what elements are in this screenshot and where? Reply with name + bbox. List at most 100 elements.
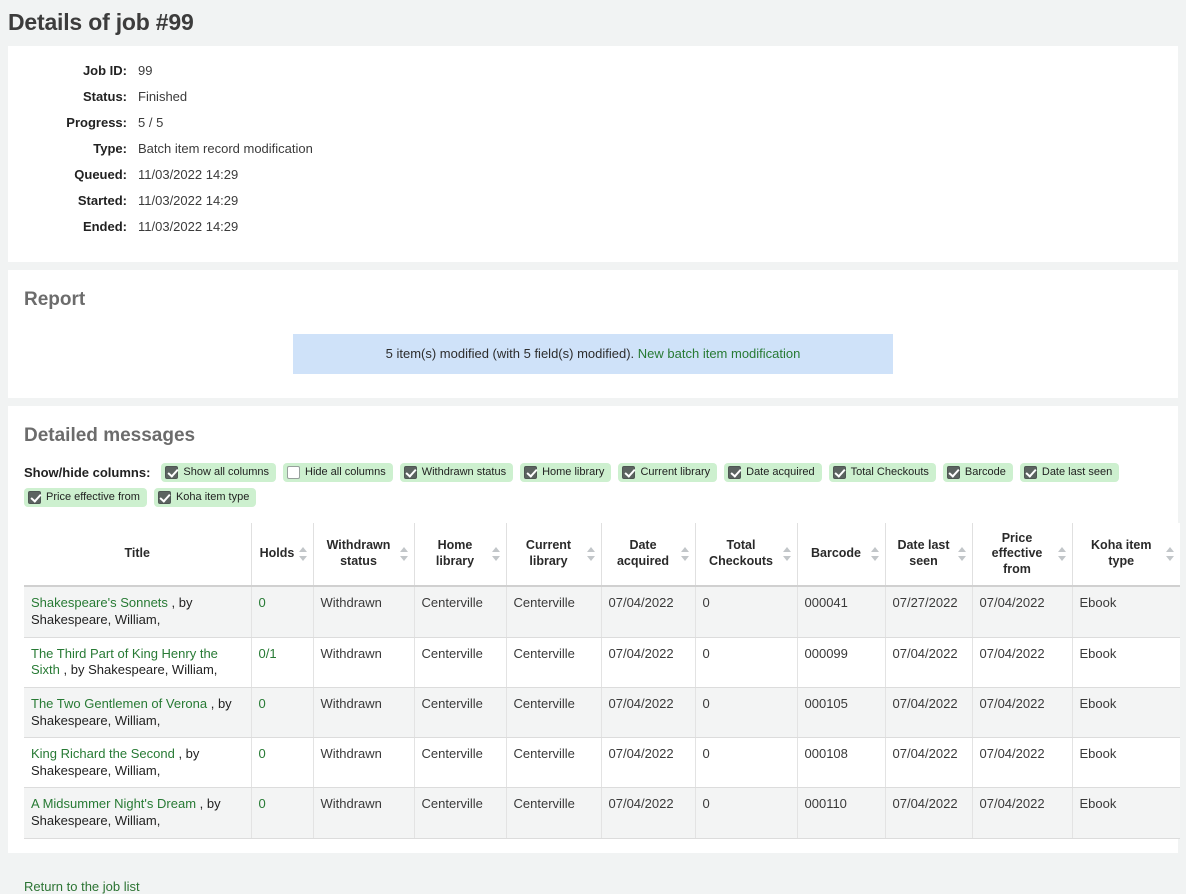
sort-arrows-icon[interactable] [400,547,409,561]
cell-withdrawn-status: Withdrawn [313,687,414,737]
sort-arrows-icon[interactable] [1166,547,1175,561]
title-link[interactable]: Shakespeare's Sonnets [31,595,168,610]
job-detail-row: Type:Batch item record modification [8,140,1178,166]
job-detail-label: Queued: [8,167,138,182]
cell-value: Ebook [1080,796,1117,811]
column-header-home-library[interactable]: Home library [414,523,506,587]
column-header-date-last-seen[interactable]: Date last seen [885,523,972,587]
cell-date-last-seen: 07/04/2022 [885,687,972,737]
holds-link[interactable]: 0/1 [259,646,277,661]
checkbox-checked-icon[interactable] [728,466,741,479]
column-toggle-label: Home library [542,467,604,478]
column-toggle-koha-item-type[interactable]: Koha item type [154,488,256,507]
cell-value: 07/04/2022 [980,696,1045,711]
column-toggle-withdrawn-status[interactable]: Withdrawn status [400,463,513,482]
column-toggle-current-library[interactable]: Current library [618,463,717,482]
title-link[interactable]: The Two Gentlemen of Verona [31,696,207,711]
cell-value: 07/04/2022 [980,595,1045,610]
column-header-date-acquired[interactable]: Date acquired [601,523,695,587]
detailed-messages-heading: Detailed messages [8,406,1178,449]
sort-arrows-icon[interactable] [681,547,690,561]
column-toggle-date-acquired[interactable]: Date acquired [724,463,822,482]
checkbox-checked-icon[interactable] [1024,466,1037,479]
cell-koha-item-type: Ebook [1072,788,1180,838]
job-detail-label: Status: [8,89,138,104]
holds-link[interactable]: 0 [259,595,266,610]
cell-holds: 0 [251,687,313,737]
holds-link[interactable]: 0 [259,796,266,811]
sort-arrows-icon[interactable] [871,547,880,561]
cell-date-last-seen: 07/27/2022 [885,586,972,637]
checkbox-checked-icon[interactable] [622,466,635,479]
column-toggle-price-effective-from[interactable]: Price effective from [24,488,147,507]
items-table-head: TitleHoldsWithdrawn statusHome libraryCu… [24,523,1180,587]
job-detail-value: 5 / 5 [138,115,163,130]
column-toggle-total-checkouts[interactable]: Total Checkouts [829,463,936,482]
report-alert-text: 5 item(s) modified (with 5 field(s) modi… [386,346,635,361]
checkbox-checked-icon[interactable] [158,491,171,504]
checkbox-checked-icon[interactable] [404,466,417,479]
column-toggle-date-last-seen[interactable]: Date last seen [1020,463,1119,482]
holds-link[interactable]: 0 [259,746,266,761]
cell-value: 07/04/2022 [609,746,674,761]
checkbox-unchecked-icon[interactable] [287,466,300,479]
new-batch-item-modification-link[interactable]: New batch item modification [638,346,801,361]
column-header-barcode[interactable]: Barcode [797,523,885,587]
column-toggle-barcode[interactable]: Barcode [943,463,1013,482]
job-details-page: Details of job #99 Job ID:99Status:Finis… [0,0,1186,894]
cell-value: 07/04/2022 [609,696,674,711]
cell-value: Withdrawn [321,796,382,811]
cell-value: Centerville [422,595,483,610]
sort-arrows-icon[interactable] [783,547,792,561]
sort-arrows-icon[interactable] [1058,547,1067,561]
checkbox-checked-icon[interactable] [833,466,846,479]
cell-date-acquired: 07/04/2022 [601,586,695,637]
cell-value: Centerville [514,646,575,661]
cell-current-library: Centerville [506,637,601,687]
report-alert: 5 item(s) modified (with 5 field(s) modi… [293,334,893,374]
cell-total-checkouts: 0 [695,586,797,637]
column-toggle-hide-all-columns[interactable]: Hide all columns [283,463,393,482]
table-row: The Third Part of King Henry the Sixth ,… [24,637,1180,687]
cell-barcode: 000110 [797,788,885,838]
column-header-total-checkouts[interactable]: Total Checkouts [695,523,797,587]
sort-arrows-icon[interactable] [299,547,308,561]
column-toggle-label: Price effective from [46,492,140,503]
checkbox-checked-icon[interactable] [165,466,178,479]
table-row: Shakespeare's Sonnets , by Shakespeare, … [24,586,1180,637]
checkbox-checked-icon[interactable] [947,466,960,479]
items-table-body: Shakespeare's Sonnets , by Shakespeare, … [24,586,1180,838]
checkbox-checked-icon[interactable] [524,466,537,479]
column-header-price-effective-from[interactable]: Price effective from [972,523,1072,587]
column-header-withdrawn-status[interactable]: Withdrawn status [313,523,414,587]
report-heading: Report [8,270,1178,313]
column-header-koha-item-type[interactable]: Koha item type [1072,523,1180,587]
cell-value: 07/27/2022 [893,595,958,610]
column-header-label: Date last seen [897,538,949,568]
cell-value: 000099 [805,646,848,661]
sort-arrows-icon[interactable] [958,547,967,561]
column-toggle-label: Koha item type [176,492,249,503]
cell-value: Ebook [1080,746,1117,761]
column-toggle-home-library[interactable]: Home library [520,463,611,482]
column-toggle-show-all-columns[interactable]: Show all columns [161,463,276,482]
sort-arrows-icon[interactable] [587,547,596,561]
title-byline: , by Shakespeare, William, [64,662,218,677]
sort-arrows-icon[interactable] [492,547,501,561]
title-link[interactable]: King Richard the Second [31,746,175,761]
holds-link[interactable]: 0 [259,696,266,711]
cell-value: 07/04/2022 [609,595,674,610]
cell-holds: 0 [251,586,313,637]
cell-barcode: 000105 [797,687,885,737]
page-title: Details of job #99 [0,0,1186,46]
column-header-holds[interactable]: Holds [251,523,313,587]
title-link[interactable]: A Midsummer Night's Dream [31,796,196,811]
column-header-current-library[interactable]: Current library [506,523,601,587]
cell-value: 000108 [805,746,848,761]
checkbox-checked-icon[interactable] [28,491,41,504]
cell-home-library: Centerville [414,586,506,637]
items-table-wrap: TitleHoldsWithdrawn statusHome libraryCu… [8,507,1178,839]
return-to-job-list-link[interactable]: Return to the job list [24,879,140,894]
cell-holds: 0 [251,738,313,788]
cell-title: The Third Part of King Henry the Sixth ,… [24,637,251,687]
